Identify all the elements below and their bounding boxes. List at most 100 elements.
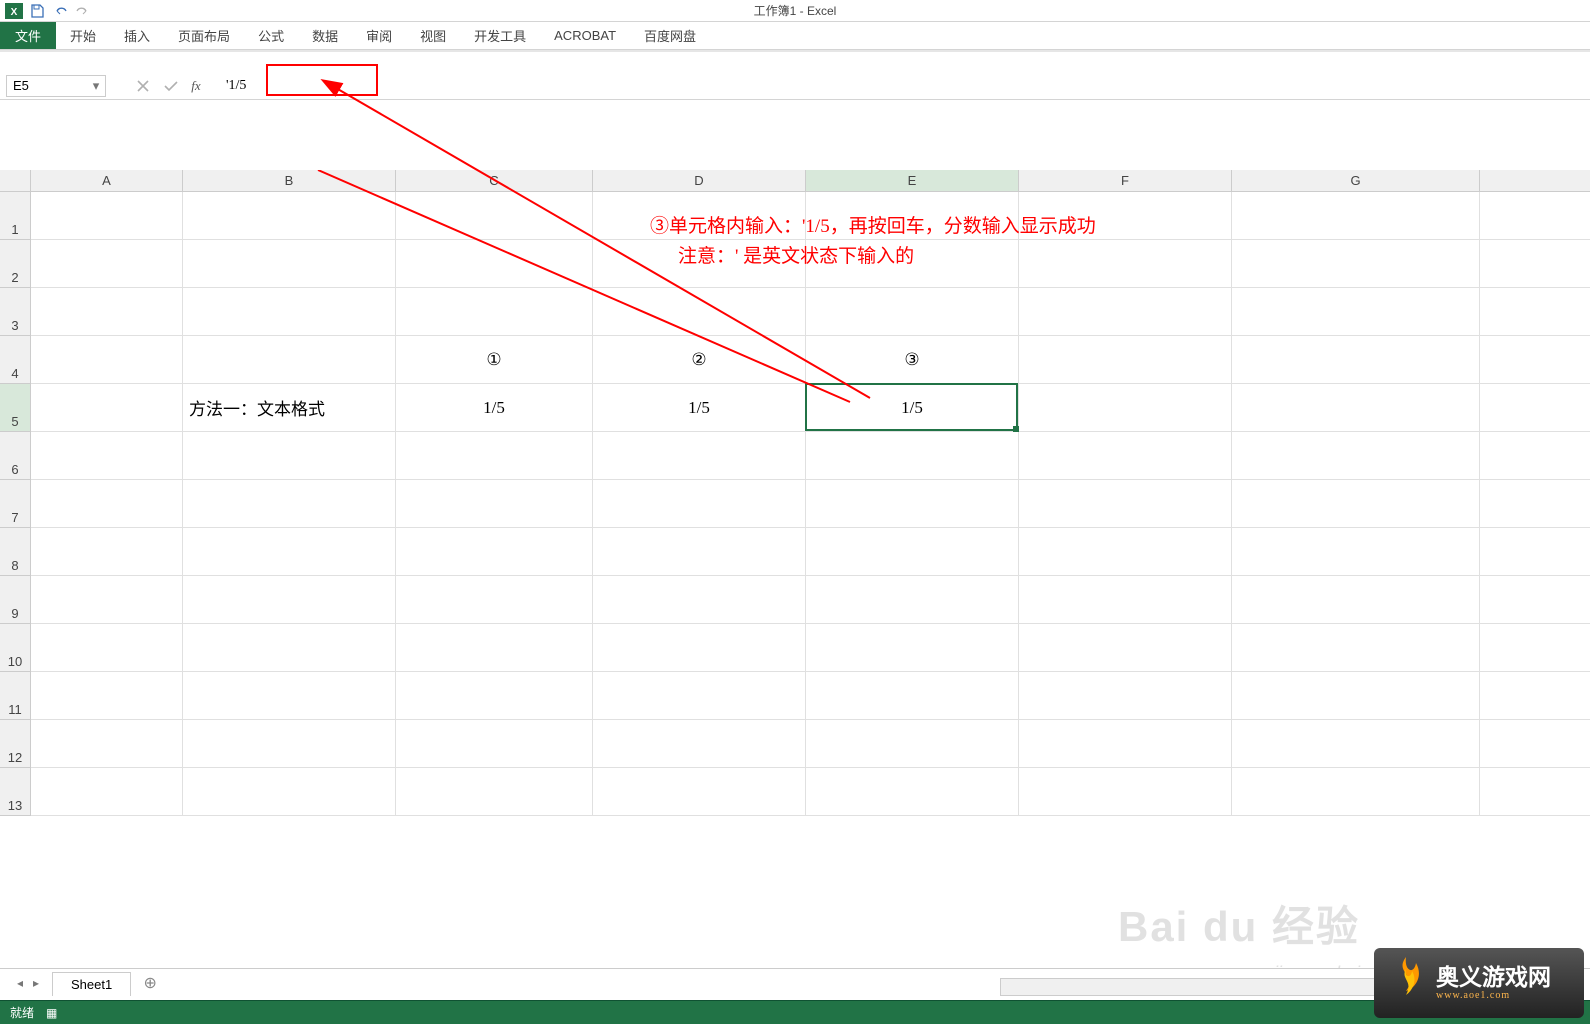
cell[interactable] — [396, 624, 593, 672]
cell[interactable] — [1019, 624, 1232, 672]
cell[interactable] — [593, 288, 806, 336]
cell[interactable] — [806, 720, 1019, 768]
cell[interactable] — [1019, 768, 1232, 816]
cell[interactable] — [1480, 720, 1590, 768]
cell[interactable] — [31, 288, 183, 336]
col-header-F[interactable]: F — [1019, 170, 1232, 192]
cell-D5[interactable]: 1/5 — [593, 384, 806, 432]
cell[interactable] — [396, 528, 593, 576]
cell-C5[interactable]: 1/5 — [396, 384, 593, 432]
cell[interactable] — [1019, 384, 1232, 432]
tab-formulas[interactable]: 公式 — [244, 22, 298, 49]
cell[interactable] — [1019, 192, 1232, 240]
row-header-4[interactable]: 4 — [0, 336, 31, 384]
cancel-icon[interactable] — [134, 77, 152, 95]
cell[interactable] — [1480, 528, 1590, 576]
cell[interactable] — [1232, 240, 1480, 288]
tab-data[interactable]: 数据 — [298, 22, 352, 49]
row-header-5[interactable]: 5 — [0, 384, 31, 432]
cell[interactable] — [183, 576, 396, 624]
cell[interactable] — [183, 768, 396, 816]
sheet-nav[interactable]: ◂ ▸ — [12, 976, 44, 990]
cell[interactable] — [31, 192, 183, 240]
row-header-1[interactable]: 1 — [0, 192, 31, 240]
col-header-extra[interactable] — [1480, 170, 1590, 192]
tab-file[interactable]: 文件 — [0, 22, 56, 49]
row-header-10[interactable]: 10 — [0, 624, 31, 672]
row-header-8[interactable]: 8 — [0, 528, 31, 576]
cell[interactable] — [1232, 336, 1480, 384]
cell[interactable] — [1232, 672, 1480, 720]
cell[interactable] — [1232, 768, 1480, 816]
sheet-nav-next-icon[interactable]: ▸ — [28, 976, 44, 990]
col-header-G[interactable]: G — [1232, 170, 1480, 192]
cell[interactable] — [593, 240, 806, 288]
cell[interactable] — [396, 240, 593, 288]
cell[interactable] — [806, 528, 1019, 576]
col-header-E[interactable]: E — [806, 170, 1019, 192]
cell[interactable] — [593, 576, 806, 624]
cell[interactable] — [31, 624, 183, 672]
row-header-12[interactable]: 12 — [0, 720, 31, 768]
cell[interactable] — [806, 624, 1019, 672]
cell[interactable] — [1232, 720, 1480, 768]
col-header-B[interactable]: B — [183, 170, 396, 192]
tab-developer[interactable]: 开发工具 — [460, 22, 540, 49]
tab-home[interactable]: 开始 — [56, 22, 110, 49]
sheet-add-button[interactable]: ⊕ — [137, 973, 163, 993]
cell-E4[interactable]: ③ — [806, 336, 1019, 384]
cell[interactable] — [593, 432, 806, 480]
tab-page-layout[interactable]: 页面布局 — [164, 22, 244, 49]
cell[interactable] — [1480, 432, 1590, 480]
cell[interactable] — [396, 480, 593, 528]
col-header-A[interactable]: A — [31, 170, 183, 192]
tab-acrobat[interactable]: ACROBAT — [540, 22, 630, 49]
cell[interactable] — [593, 528, 806, 576]
row-header-6[interactable]: 6 — [0, 432, 31, 480]
excel-app-icon[interactable]: X — [4, 2, 24, 20]
sheet-tab-active[interactable]: Sheet1 — [52, 972, 131, 996]
macro-record-icon[interactable]: ▦ — [46, 1006, 57, 1020]
cell[interactable] — [1480, 768, 1590, 816]
cell[interactable] — [396, 432, 593, 480]
cell[interactable] — [1019, 288, 1232, 336]
row-header-2[interactable]: 2 — [0, 240, 31, 288]
cell[interactable] — [183, 528, 396, 576]
cell[interactable] — [396, 192, 593, 240]
cell-B5[interactable]: 方法一：文本格式 — [183, 384, 396, 432]
name-box[interactable]: E5 ▾ — [6, 75, 106, 97]
cell[interactable] — [31, 768, 183, 816]
cell[interactable] — [396, 768, 593, 816]
name-box-dropdown-icon[interactable]: ▾ — [89, 79, 103, 93]
cell[interactable] — [1480, 192, 1590, 240]
cell[interactable] — [593, 768, 806, 816]
tab-baidu[interactable]: 百度网盘 — [630, 22, 710, 49]
cell[interactable] — [1019, 528, 1232, 576]
cell[interactable] — [1232, 480, 1480, 528]
sheet-nav-prev-icon[interactable]: ◂ — [12, 976, 28, 990]
cell[interactable] — [183, 672, 396, 720]
cell[interactable] — [396, 288, 593, 336]
row-header-3[interactable]: 3 — [0, 288, 31, 336]
cell[interactable] — [31, 240, 183, 288]
cell[interactable] — [31, 480, 183, 528]
cell[interactable] — [1232, 384, 1480, 432]
cell[interactable] — [1232, 624, 1480, 672]
cell[interactable] — [806, 432, 1019, 480]
cell[interactable] — [593, 480, 806, 528]
row-header-11[interactable]: 11 — [0, 672, 31, 720]
cell[interactable] — [183, 624, 396, 672]
cell[interactable] — [31, 720, 183, 768]
cell[interactable] — [1019, 720, 1232, 768]
save-icon[interactable] — [27, 2, 47, 20]
cell[interactable] — [1232, 288, 1480, 336]
cell[interactable] — [806, 576, 1019, 624]
cell-D4[interactable]: ② — [593, 336, 806, 384]
cell[interactable] — [806, 192, 1019, 240]
cell[interactable] — [806, 480, 1019, 528]
cell[interactable] — [1232, 576, 1480, 624]
cell-E5[interactable]: 1/5 — [806, 384, 1019, 432]
cell[interactable] — [806, 672, 1019, 720]
cell[interactable] — [1232, 528, 1480, 576]
row-header-7[interactable]: 7 — [0, 480, 31, 528]
